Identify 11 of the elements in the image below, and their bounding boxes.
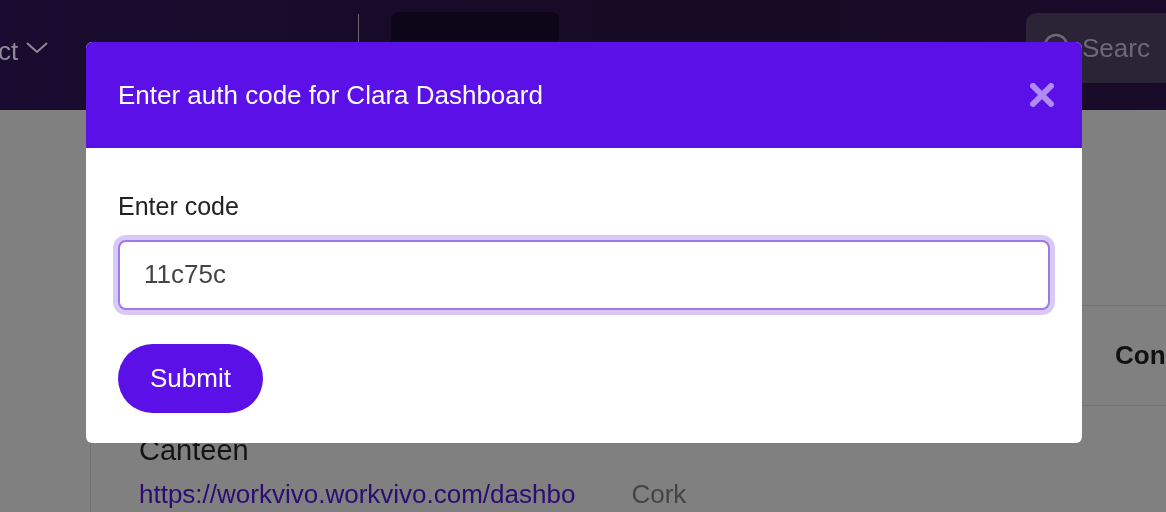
field-label: Enter code: [118, 191, 240, 222]
chevron-down-icon[interactable]: [26, 42, 49, 54]
column-header: Con: [1115, 339, 1166, 372]
row-title: Canteen: [139, 436, 250, 465]
dashboard-link[interactable]: https://workvivo.workvivo.com/dashbo: [139, 475, 576, 512]
code-input[interactable]: 11c75c: [118, 239, 1050, 310]
location-text: Cork: [631, 478, 687, 511]
submit-button[interactable]: Submit: [118, 343, 263, 413]
close-button[interactable]: [1028, 81, 1056, 109]
search-placeholder: Searc: [1082, 31, 1150, 65]
dialog-title: Enter auth code for Clara Dashboard: [118, 78, 543, 112]
